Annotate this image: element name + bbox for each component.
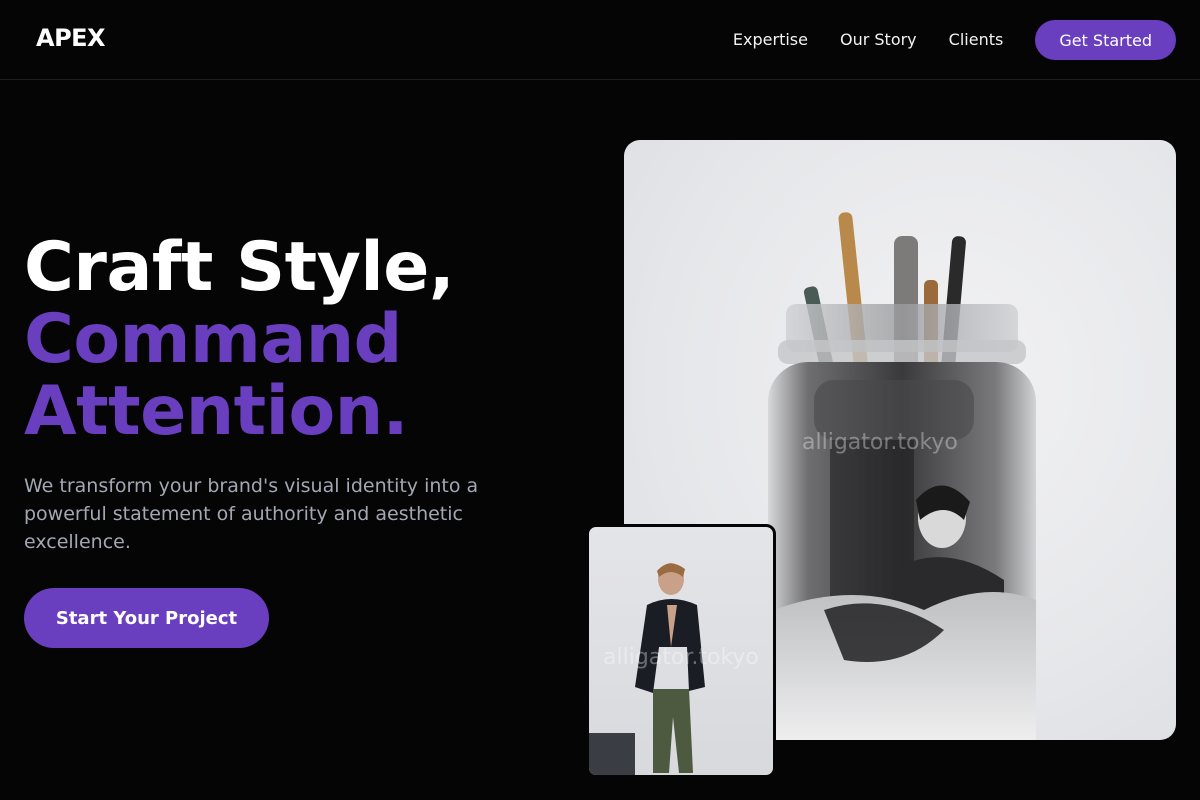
nav-link-clients[interactable]: Clients <box>949 20 1004 60</box>
model-illustration <box>589 563 705 775</box>
hero-title-line-2: Command <box>24 300 402 379</box>
navbar: APEX Expertise Our Story Clients Get Sta… <box>0 0 1200 80</box>
hero-title-line-1: Craft Style, <box>24 228 455 307</box>
nav-link-our-story[interactable]: Our Story <box>840 20 917 60</box>
nav-link-expertise[interactable]: Expertise <box>733 20 808 60</box>
start-project-button[interactable]: Start Your Project <box>24 588 269 648</box>
hero-image-model: alligator.tokyo <box>586 524 776 778</box>
get-started-button[interactable]: Get Started <box>1035 20 1176 60</box>
hero-description: We transform your brand's visual identit… <box>24 475 479 553</box>
hero-title: Craft Style, Command Attention. <box>24 232 584 448</box>
logo[interactable]: APEX <box>36 24 106 52</box>
nav-links: Expertise Our Story Clients Get Started <box>733 20 1176 60</box>
hero-title-line-3: Attention. <box>24 372 408 451</box>
